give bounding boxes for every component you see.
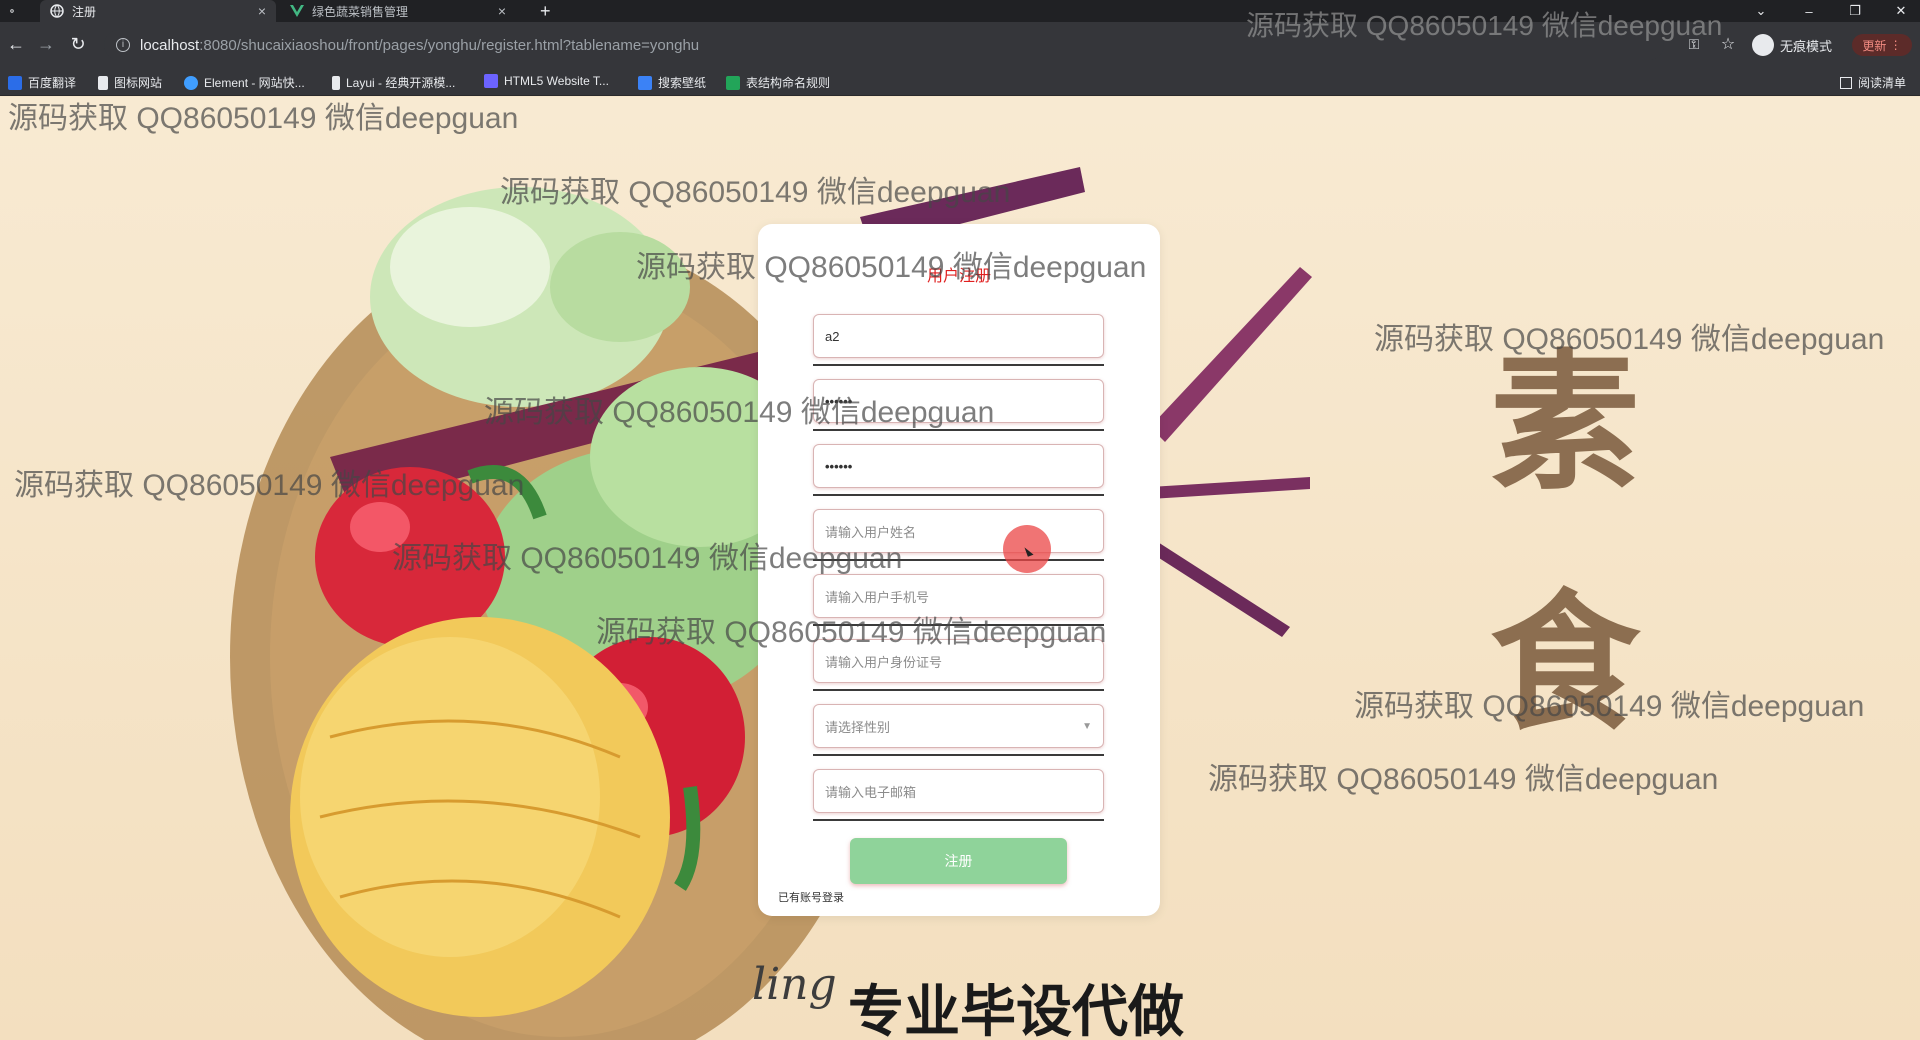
confirm-password-input[interactable]: •••••• <box>813 444 1104 488</box>
watermark: 源码获取 QQ86050149 微信deepguan <box>596 616 1107 649</box>
account-input[interactable]: a2 <box>813 314 1104 358</box>
layui-icon <box>332 75 340 90</box>
close-window-button[interactable]: ✕ <box>1884 0 1918 22</box>
html5-icon <box>484 74 498 88</box>
watermark: 源码获取 QQ86050149 微信deepguan <box>392 542 903 575</box>
new-tab-button[interactable]: + <box>530 0 560 22</box>
watermark: 源码获取 QQ86050149 微信deepguan <box>8 102 519 135</box>
minimize-button[interactable]: – <box>1792 0 1826 22</box>
bookmark-item[interactable]: Element - 网站快... <box>184 74 305 91</box>
tab-close-icon[interactable]: × <box>498 3 506 19</box>
flag-icon <box>98 75 108 90</box>
bookmark-item[interactable]: 百度翻译 <box>8 74 76 91</box>
site-info-icon[interactable]: i <box>116 38 130 52</box>
wallpaper-icon <box>638 75 652 90</box>
element-icon <box>184 75 198 90</box>
tab-title: 注册 <box>72 4 97 19</box>
bookmark-item[interactable]: 表结构命名规则 <box>726 74 830 91</box>
globe-icon <box>50 4 64 18</box>
reading-list-button[interactable]: 阅读清单 <box>1839 74 1906 91</box>
tab-title: 绿色蔬菜销售管理 <box>312 4 409 19</box>
reading-list-icon <box>1839 76 1852 89</box>
tab-veg-sales[interactable]: 绿色蔬菜销售管理 × <box>280 0 516 22</box>
bookmark-item[interactable]: 搜索壁纸 <box>638 74 706 91</box>
page-viewport: 素 食 用户注册 a2 •••••• •••••• 请输入用户姓名 请输入用户手… <box>0 97 1920 1040</box>
bookmark-item[interactable]: HTML5 Website T... <box>484 74 609 88</box>
table-icon <box>726 75 740 90</box>
bookmark-item[interactable]: 图标网站 <box>98 74 162 91</box>
watermark: 源码获取 QQ86050149 微信deepguan <box>1374 323 1885 356</box>
watermark: 源码获取 QQ86050149 微信deepguan <box>500 176 1011 209</box>
watermark: 源码获取 QQ86050149 微信deepguan <box>1208 763 1719 796</box>
gender-select[interactable]: 请选择性别 ▼ <box>813 704 1104 748</box>
watermark: 源码获取 QQ86050149 微信deepguan <box>636 251 1147 284</box>
login-link[interactable]: 已有账号登录 <box>778 889 844 905</box>
bookmarks-bar: 百度翻译 图标网站 Element - 网站快... Layui - 经典开源模… <box>0 68 1920 96</box>
chevron-down-icon: ▼ <box>1082 720 1092 732</box>
watermark: 源码获取 QQ86050149 微信deepguan <box>484 396 995 429</box>
url-text: localhost:8080/shucaixiaoshou/front/page… <box>140 36 700 54</box>
watermark: 源码获取 QQ86050149 微信deepguan <box>14 469 525 502</box>
field-divider <box>813 364 1104 366</box>
watermark: 源码获取 QQ86050149 微信deepguan <box>1246 10 1723 41</box>
forward-button[interactable]: → <box>32 30 60 58</box>
restore-button[interactable]: ❐ <box>1838 0 1872 22</box>
tab-search-button[interactable]: ⌄ <box>1744 0 1778 22</box>
decor-char-2: 食 <box>1490 575 1641 751</box>
vue-logo-icon <box>290 4 304 18</box>
gender-select-value: 请选择性别 <box>825 719 891 735</box>
incognito-icon <box>1752 34 1774 56</box>
signature-text: ling <box>752 959 837 1010</box>
register-button[interactable]: 注册 <box>850 838 1067 884</box>
field-divider <box>813 689 1104 691</box>
field-divider <box>813 819 1104 821</box>
field-divider <box>813 494 1104 496</box>
bookmark-item[interactable]: Layui - 经典开源模... <box>332 74 455 91</box>
tab-register[interactable]: 注册 × <box>40 0 276 22</box>
tab-close-icon[interactable]: × <box>258 3 266 19</box>
email-input[interactable]: 请输入电子邮箱 <box>813 769 1104 813</box>
browser-menu-icon[interactable] <box>0 0 24 22</box>
back-button[interactable]: ← <box>2 30 30 58</box>
translate-icon <box>8 75 22 90</box>
field-divider <box>813 754 1104 756</box>
reload-button[interactable]: ↻ <box>64 30 92 58</box>
watermark: 源码获取 QQ86050149 微信deepguan <box>1354 690 1865 723</box>
promo-banner: 专业毕设代做 <box>848 980 1184 1040</box>
update-button[interactable]: 更新 ⋮ <box>1852 34 1912 56</box>
incognito-indicator[interactable]: 无痕模式 <box>1752 34 1832 56</box>
